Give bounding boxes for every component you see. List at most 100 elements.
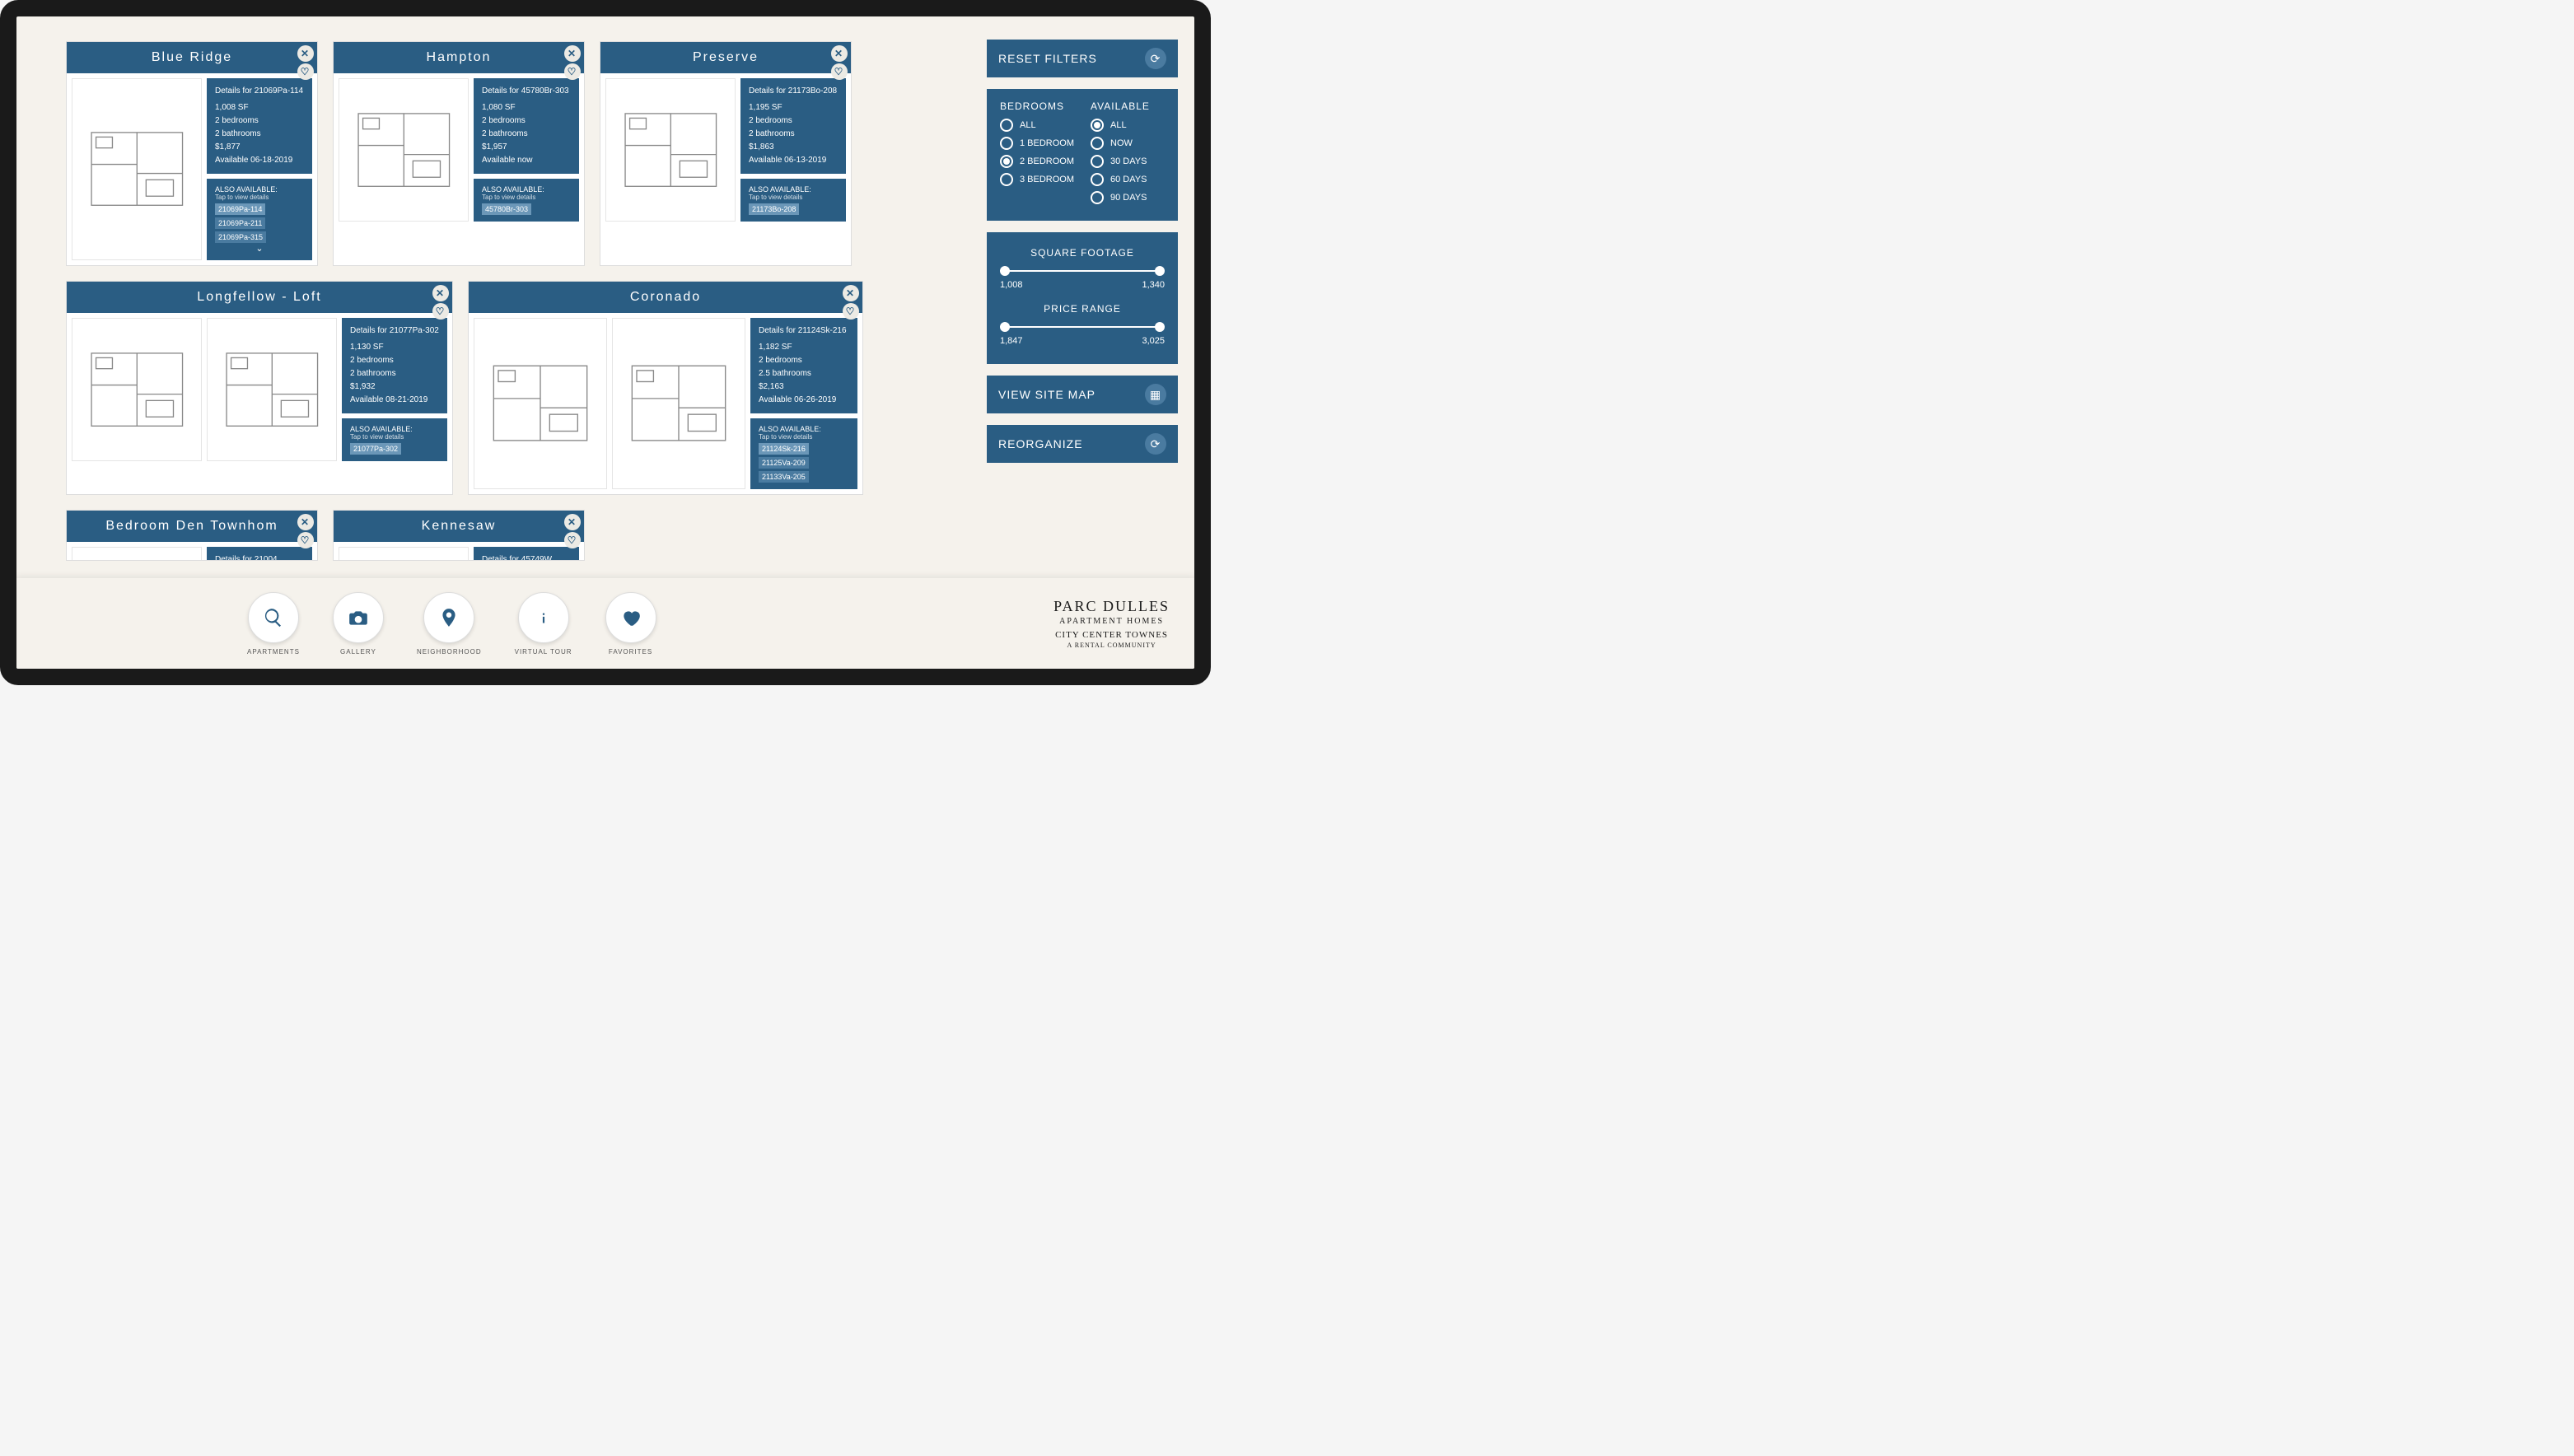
pin-icon bbox=[423, 592, 474, 643]
radio-option[interactable]: NOW bbox=[1091, 137, 1165, 150]
radio-option[interactable]: 1 BEDROOM bbox=[1000, 137, 1074, 150]
sqft-handle-min[interactable] bbox=[1000, 266, 1010, 276]
price-slider[interactable] bbox=[1005, 326, 1160, 328]
card-title: Hampton✕♡ bbox=[334, 42, 584, 73]
details-title: Details for 21124Sk-216 bbox=[759, 324, 849, 338]
info-icon bbox=[518, 592, 569, 643]
also-available-block: ALSO AVAILABLE:Tap to view details45780B… bbox=[474, 179, 579, 222]
floorplan-card[interactable]: Kennesaw✕♡ Details for 45749W bbox=[333, 510, 585, 561]
radio-option[interactable]: ALL bbox=[1091, 119, 1165, 132]
close-icon[interactable]: ✕ bbox=[564, 514, 581, 530]
refresh-icon: ⟳ bbox=[1145, 48, 1166, 69]
brand-logo: PARC DULLES APARTMENT HOMES CITY CENTER … bbox=[1053, 597, 1170, 650]
filter-sidebar: RESET FILTERS ⟳ BEDROOMS ALL1 BEDROOM2 B… bbox=[979, 16, 1194, 669]
card-title: Kennesaw✕♡ bbox=[334, 511, 584, 542]
radio-option[interactable]: 3 BEDROOM bbox=[1000, 173, 1074, 186]
available-title: AVAILABLE bbox=[1091, 100, 1165, 112]
details-block: Details for 21173Bo-2081,195 SF2 bedroom… bbox=[740, 78, 846, 174]
floorplan-image[interactable] bbox=[605, 78, 736, 222]
details-title: Details for 21004 bbox=[215, 553, 304, 560]
radio-option[interactable]: 2 BEDROOM bbox=[1000, 155, 1074, 168]
close-icon[interactable]: ✕ bbox=[831, 45, 848, 62]
details-block: Details for 45749W bbox=[474, 547, 579, 560]
price-title: PRICE RANGE bbox=[1000, 303, 1165, 315]
radio-icon bbox=[1000, 137, 1013, 150]
floorplan-card[interactable]: Coronado✕♡Details for 21124Sk-2161,182 S… bbox=[468, 281, 863, 495]
nav-item-search[interactable]: APARTMENTS bbox=[247, 592, 300, 656]
radio-icon bbox=[1000, 119, 1013, 132]
camera-icon bbox=[333, 592, 384, 643]
filter-panel: BEDROOMS ALL1 BEDROOM2 BEDROOM3 BEDROOM … bbox=[987, 89, 1178, 221]
details-block: Details for 21004 bbox=[207, 547, 312, 560]
floorplan-image[interactable] bbox=[474, 318, 607, 489]
search-icon bbox=[248, 592, 299, 643]
unit-chip[interactable]: 21069Pa-211 bbox=[215, 217, 265, 229]
reset-label: RESET FILTERS bbox=[998, 52, 1097, 65]
unit-chip[interactable]: 45780Br-303 bbox=[482, 203, 531, 215]
heart-icon[interactable]: ♡ bbox=[297, 63, 314, 80]
floorplan-image[interactable] bbox=[339, 547, 469, 560]
unit-chip[interactable]: 21124Sk-216 bbox=[759, 443, 809, 455]
sqft-max: 1,340 bbox=[1142, 280, 1165, 290]
nav-item-pin[interactable]: NEIGHBORHOOD bbox=[417, 592, 482, 656]
floorplan-image[interactable] bbox=[339, 78, 469, 222]
view-sitemap-button[interactable]: VIEW SITE MAP ▦ bbox=[987, 376, 1178, 413]
floorplan-image[interactable] bbox=[72, 318, 202, 461]
radio-option[interactable]: ALL bbox=[1000, 119, 1074, 132]
refresh-icon: ⟳ bbox=[1145, 433, 1166, 455]
also-available-block: ALSO AVAILABLE:Tap to view details21077P… bbox=[342, 418, 447, 461]
radio-option[interactable]: 60 DAYS bbox=[1091, 173, 1165, 186]
close-icon[interactable]: ✕ bbox=[432, 285, 449, 301]
heart-icon[interactable]: ♡ bbox=[843, 303, 859, 320]
floorplan-card[interactable]: Blue Ridge✕♡Details for 21069Pa-1141,008… bbox=[66, 41, 318, 266]
close-icon[interactable]: ✕ bbox=[297, 45, 314, 62]
unit-chip[interactable]: 21173Bo-208 bbox=[749, 203, 799, 215]
slider-panel: SQUARE FOOTAGE 1,008 1,340 PRICE RANGE 1… bbox=[987, 232, 1178, 364]
heart-icon[interactable]: ♡ bbox=[564, 63, 581, 80]
nav-item-camera[interactable]: GALLERY bbox=[333, 592, 384, 656]
floorplan-card[interactable]: Longfellow - Loft✕♡Details for 21077Pa-3… bbox=[66, 281, 453, 495]
radio-icon bbox=[1091, 137, 1104, 150]
price-max: 3,025 bbox=[1142, 336, 1165, 346]
card-title: Blue Ridge✕♡ bbox=[67, 42, 317, 73]
card-title: Bedroom Den Townhom✕♡ bbox=[67, 511, 317, 542]
heart-icon[interactable]: ♡ bbox=[432, 303, 449, 320]
unit-chip[interactable]: 21069Pa-315 bbox=[215, 231, 266, 243]
details-title: Details for 21069Pa-114 bbox=[215, 85, 304, 98]
floorplan-card[interactable]: Bedroom Den Townhom✕♡ Details for 21004 bbox=[66, 510, 318, 561]
radio-icon bbox=[1091, 191, 1104, 204]
floorplan-image[interactable] bbox=[612, 318, 745, 489]
price-handle-max[interactable] bbox=[1155, 322, 1165, 332]
floorplan-image[interactable] bbox=[72, 78, 202, 260]
bottom-nav-bar: APARTMENTS GALLERY NEIGHBORHOOD VIRTUAL TOU… bbox=[16, 578, 1194, 669]
unit-chip[interactable]: 21133Va-205 bbox=[759, 471, 809, 483]
chevron-down-icon[interactable]: ⌄ bbox=[215, 243, 304, 254]
radio-icon bbox=[1091, 173, 1104, 186]
reorganize-button[interactable]: REORGANIZE ⟳ bbox=[987, 425, 1178, 463]
radio-option[interactable]: 90 DAYS bbox=[1091, 191, 1165, 204]
unit-chip[interactable]: 21069Pa-114 bbox=[215, 203, 265, 215]
floorplan-card[interactable]: Preserve✕♡Details for 21173Bo-2081,195 S… bbox=[600, 41, 852, 266]
bedrooms-filter: BEDROOMS ALL1 BEDROOM2 BEDROOM3 BEDROOM bbox=[1000, 100, 1074, 209]
heart-icon[interactable]: ♡ bbox=[831, 63, 848, 80]
unit-chip[interactable]: 21077Pa-302 bbox=[350, 443, 401, 455]
close-icon[interactable]: ✕ bbox=[564, 45, 581, 62]
close-icon[interactable]: ✕ bbox=[843, 285, 859, 301]
map-icon: ▦ bbox=[1145, 384, 1166, 405]
floorplan-image[interactable] bbox=[72, 547, 202, 560]
heart-icon[interactable]: ♡ bbox=[564, 532, 581, 548]
details-title: Details for 21173Bo-208 bbox=[749, 85, 838, 98]
sqft-slider[interactable] bbox=[1005, 270, 1160, 272]
floorplan-card[interactable]: Hampton✕♡Details for 45780Br-3031,080 SF… bbox=[333, 41, 585, 266]
sqft-handle-max[interactable] bbox=[1155, 266, 1165, 276]
close-icon[interactable]: ✕ bbox=[297, 514, 314, 530]
reset-filters-button[interactable]: RESET FILTERS ⟳ bbox=[987, 40, 1178, 77]
unit-chip[interactable]: 21125Va-209 bbox=[759, 457, 809, 469]
floorplan-image[interactable] bbox=[207, 318, 337, 461]
price-handle-min[interactable] bbox=[1000, 322, 1010, 332]
nav-item-info[interactable]: VIRTUAL TOUR bbox=[515, 592, 572, 656]
nav-item-heart[interactable]: FAVORITES bbox=[605, 592, 656, 656]
radio-option[interactable]: 30 DAYS bbox=[1091, 155, 1165, 168]
heart-icon[interactable]: ♡ bbox=[297, 532, 314, 548]
floorplan-grid: Blue Ridge✕♡Details for 21069Pa-1141,008… bbox=[16, 16, 979, 669]
